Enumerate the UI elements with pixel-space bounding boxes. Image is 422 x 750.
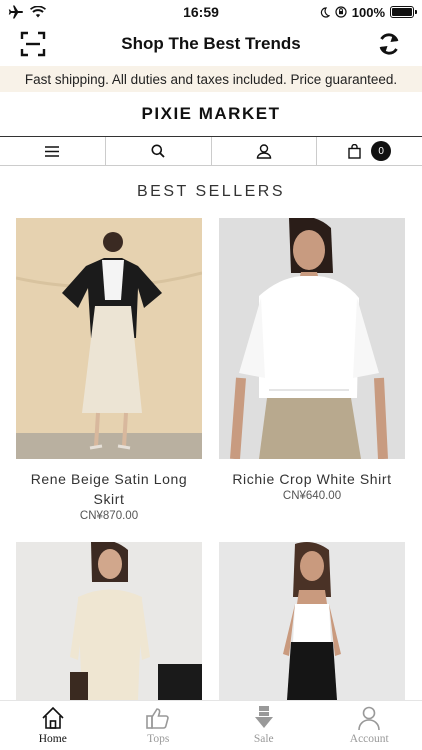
orientation-lock-icon bbox=[335, 6, 347, 18]
status-bar: 16:59 100% bbox=[0, 0, 422, 24]
wifi-icon bbox=[30, 6, 46, 18]
product-price: CN¥870.00 bbox=[79, 510, 139, 522]
user-icon bbox=[256, 143, 272, 159]
hamburger-icon bbox=[45, 145, 60, 157]
tab-account[interactable]: Account bbox=[317, 701, 422, 750]
tab-home[interactable]: Home bbox=[0, 701, 106, 750]
product-image[interactable] bbox=[219, 218, 405, 459]
home-icon bbox=[42, 706, 64, 729]
person-icon bbox=[358, 706, 381, 731]
cart-button[interactable]: 0 bbox=[317, 137, 422, 165]
search-button[interactable] bbox=[106, 137, 212, 165]
status-time: 16:59 bbox=[183, 4, 219, 20]
tab-label: Tops bbox=[147, 733, 170, 745]
product-image[interactable] bbox=[219, 542, 405, 700]
page-title: Shop The Best Trends bbox=[121, 34, 301, 53]
tab-tops[interactable]: Tops bbox=[106, 701, 212, 750]
product-image[interactable] bbox=[16, 218, 202, 459]
status-left bbox=[8, 5, 128, 19]
product-name[interactable]: Richie Crop White Shirt bbox=[219, 469, 405, 489]
cart-count-badge: 0 bbox=[371, 141, 392, 161]
tab-bar: Home Tops Sale Account bbox=[0, 700, 422, 750]
product-price: CN¥640.00 bbox=[282, 490, 342, 502]
product-card[interactable] bbox=[219, 542, 405, 700]
battery-percent: 100% bbox=[351, 4, 385, 20]
promo-text: Fast shipping. All duties and taxes incl… bbox=[24, 71, 398, 87]
store-nav: 0 bbox=[0, 136, 422, 166]
status-right: 100% bbox=[274, 4, 417, 20]
sale-tag-icon bbox=[254, 706, 273, 728]
tab-label: Sale bbox=[253, 733, 274, 745]
battery-icon bbox=[390, 6, 417, 18]
airplane-icon bbox=[8, 5, 23, 19]
tab-label: Home bbox=[38, 733, 67, 745]
product-card[interactable]: Richie Crop White Shirt CN¥640.00 bbox=[219, 218, 405, 502]
promo-banner: Fast shipping. All duties and taxes incl… bbox=[0, 66, 422, 92]
thumbs-up-icon bbox=[146, 708, 170, 729]
shopping-bag-icon bbox=[348, 143, 361, 159]
product-card[interactable]: Rene Beige Satin Long Skirt CN¥870.00 bbox=[16, 218, 202, 522]
scan-button[interactable] bbox=[18, 29, 48, 59]
menu-button[interactable] bbox=[0, 137, 106, 165]
section-title: BEST SELLERS bbox=[137, 183, 285, 200]
scan-icon bbox=[20, 31, 46, 57]
product-image[interactable] bbox=[16, 542, 202, 700]
refresh-button[interactable] bbox=[374, 29, 404, 59]
moon-icon bbox=[320, 6, 330, 18]
tab-sale[interactable]: Sale bbox=[211, 701, 317, 750]
refresh-icon bbox=[379, 33, 399, 55]
app-header: Shop The Best Trends bbox=[0, 26, 422, 62]
product-name[interactable]: Rene Beige Satin Long Skirt bbox=[16, 469, 202, 509]
search-icon bbox=[151, 144, 165, 158]
product-card[interactable] bbox=[16, 542, 202, 700]
tab-label: Account bbox=[349, 733, 389, 745]
store-logo[interactable]: PIXIE MARKET bbox=[0, 100, 422, 128]
account-button[interactable] bbox=[212, 137, 318, 165]
